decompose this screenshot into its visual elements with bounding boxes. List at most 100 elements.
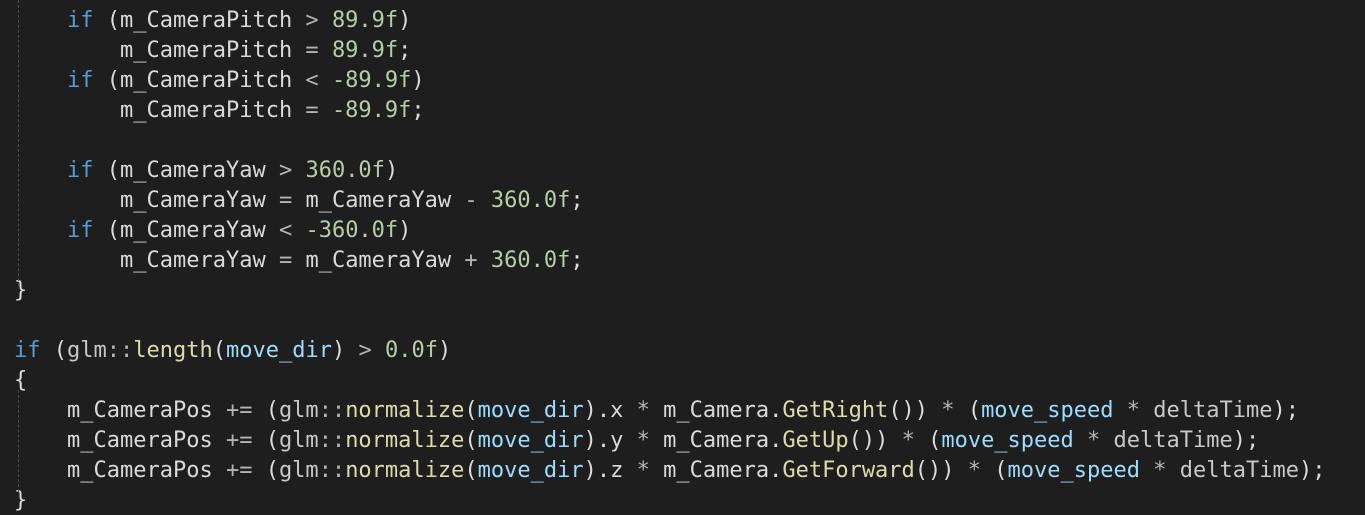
code-line[interactable]: if (m_CameraPitch > 89.9f): [67, 6, 411, 36]
code-token-operator: =: [292, 98, 332, 123]
code-token-local-variable: deltaTime: [1179, 458, 1299, 483]
code-token-operator: +=: [212, 398, 266, 423]
code-token-member-variable: m_CameraYaw: [305, 188, 452, 213]
indent-guide: [18, 0, 19, 286]
code-line[interactable]: m_CameraPos += (glm::normalize(move_dir)…: [67, 396, 1299, 426]
code-token-punctuation: ;: [398, 38, 412, 63]
code-token-member-variable: m_CameraYaw: [120, 158, 266, 183]
code-token-punctuation: (: [40, 338, 67, 363]
code-line[interactable]: if (glm::length(move_dir) > 0.0f): [14, 336, 451, 366]
code-token-punctuation: }: [14, 278, 28, 303]
code-token-member-variable: m_CameraPos: [67, 428, 213, 453]
code-token-member-variable: m_CameraYaw: [120, 188, 266, 213]
code-token-keyword: if: [67, 68, 94, 93]
code-token-operator: >: [345, 338, 385, 363]
code-token-local-variable: deltaTime: [1153, 398, 1273, 423]
code-token-punctuation: ;: [570, 188, 584, 213]
code-token-member-variable: m_CameraYaw: [120, 218, 266, 243]
code-token-punctuation: .: [769, 458, 783, 483]
code-token-keyword: if: [67, 8, 94, 33]
code-token-number: -360.0f: [305, 218, 399, 243]
code-token-member-variable: x: [610, 398, 624, 423]
code-line[interactable]: }: [14, 276, 27, 306]
code-line[interactable]: m_CameraYaw = m_CameraYaw + 360.0f;: [120, 246, 584, 276]
code-token-number: 360.0f: [490, 248, 571, 273]
code-token-number: 360.0f: [305, 158, 385, 183]
code-token-parameter: move_dir: [477, 458, 584, 483]
code-token-operator: *: [1113, 398, 1154, 423]
code-token-punctuation: (: [464, 428, 478, 453]
code-token-punctuation: ): [411, 68, 425, 93]
code-token-punctuation: ).: [583, 398, 611, 423]
code-token-operator: ::: [318, 428, 346, 453]
code-token-member-variable: m_CameraPos: [67, 458, 213, 483]
code-token-function: normalize: [345, 458, 465, 483]
code-token-punctuation: (: [93, 68, 120, 93]
code-token-operator: *: [888, 428, 929, 453]
code-token-keyword: if: [67, 218, 94, 243]
code-line[interactable]: if (m_CameraYaw < -360.0f): [67, 216, 411, 246]
code-line[interactable]: m_CameraPos += (glm::normalize(move_dir)…: [67, 456, 1325, 486]
code-token-operator: ::: [318, 458, 346, 483]
code-token-punctuation: ).: [583, 458, 611, 483]
code-token-namespace: glm: [67, 338, 107, 363]
code-token-punctuation: (: [928, 428, 942, 453]
code-token-member-variable: m_CameraPitch: [120, 38, 293, 63]
code-token-punctuation: ): [384, 158, 399, 183]
code-token-punctuation: );: [1298, 458, 1326, 483]
code-token-parameter: move_dir: [477, 398, 584, 423]
code-token-operator: *: [954, 458, 995, 483]
code-token-member-variable: z: [610, 458, 624, 483]
code-token-punctuation: }: [14, 488, 28, 513]
code-token-punctuation: {: [14, 368, 28, 393]
code-token-operator: *: [928, 398, 968, 423]
code-token-punctuation: );: [1232, 428, 1260, 453]
code-line[interactable]: if (m_CameraYaw > 360.0f): [67, 156, 398, 186]
code-token-punctuation: ): [437, 338, 452, 363]
code-token-punctuation: ;: [411, 98, 425, 123]
code-line[interactable]: m_CameraPitch = -89.9f;: [120, 96, 425, 126]
code-token-function: GetRight: [782, 398, 889, 423]
code-token-operator: +: [451, 248, 491, 273]
code-line[interactable]: m_CameraPitch = 89.9f;: [120, 36, 411, 66]
code-token-parameter: move_dir: [225, 338, 332, 363]
code-token-operator: <: [265, 218, 306, 243]
code-token-member-variable: m_CameraYaw: [305, 248, 452, 273]
code-token-member-variable: m_Camera: [663, 458, 770, 483]
code-line[interactable]: m_CameraPos += (glm::normalize(move_dir)…: [67, 426, 1259, 456]
code-token-operator: >: [292, 8, 332, 33]
code-token-punctuation: .: [769, 428, 783, 453]
code-token-operator: >: [265, 158, 306, 183]
code-token-operator: *: [623, 398, 664, 423]
code-line[interactable]: if (m_CameraPitch < -89.9f): [67, 66, 425, 96]
code-token-number: 0.0f: [384, 338, 438, 363]
code-token-punctuation: (: [464, 458, 478, 483]
code-line[interactable]: }: [14, 486, 27, 515]
code-token-local-variable: deltaTime: [1113, 428, 1233, 453]
code-token-punctuation: (: [464, 398, 478, 423]
code-token-operator: =: [265, 188, 306, 213]
code-token-namespace: glm: [278, 398, 319, 423]
code-token-number: 360.0f: [490, 188, 571, 213]
code-token-number: 89.9f: [331, 8, 399, 33]
code-token-parameter: move_speed: [1007, 458, 1140, 483]
code-token-punctuation: );: [1272, 398, 1299, 423]
code-token-punctuation: ): [398, 8, 412, 33]
code-token-number: -89.9f: [331, 98, 412, 123]
code-token-member-variable: m_CameraPitch: [120, 8, 293, 33]
code-token-punctuation: (: [265, 428, 279, 453]
code-token-punctuation: (: [265, 458, 279, 483]
code-token-function: normalize: [345, 428, 465, 453]
code-token-member-variable: m_Camera: [663, 428, 770, 453]
code-token-operator: *: [1073, 428, 1114, 453]
code-token-operator: ::: [106, 338, 134, 363]
code-line[interactable]: m_CameraYaw = m_CameraYaw - 360.0f;: [120, 186, 584, 216]
code-token-punctuation: (: [93, 8, 120, 33]
code-token-operator: +=: [212, 458, 266, 483]
code-editor[interactable]: if (m_CameraPitch > 89.9f) m_CameraPitch …: [0, 0, 1365, 515]
indent-guide: [18, 390, 19, 492]
code-token-operator: ::: [318, 398, 346, 423]
code-line[interactable]: {: [14, 366, 27, 396]
code-token-punctuation: ): [331, 338, 346, 363]
code-token-punctuation: (: [994, 458, 1008, 483]
